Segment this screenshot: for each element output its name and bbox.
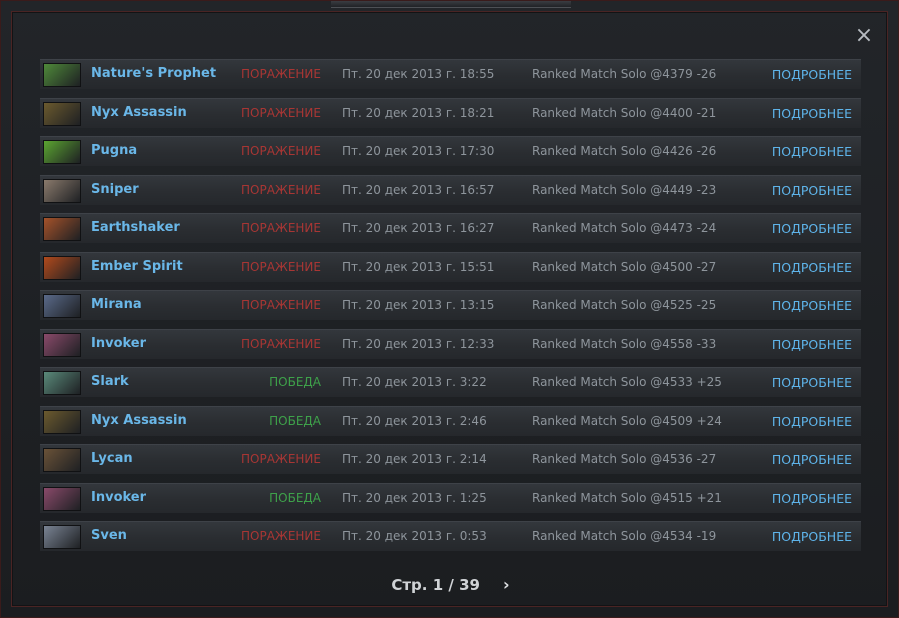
match-result: ПОРАЖЕНИЕ	[240, 259, 321, 274]
match-date: Пт. 20 дек 2013 г. 1:25	[342, 490, 487, 505]
hero-name: Nyx Assassin	[91, 412, 187, 428]
match-date: Пт. 20 дек 2013 г. 16:27	[342, 221, 495, 235]
match-date: Пт. 20 дек 2013 г. 2:14	[342, 452, 487, 466]
match-date: Пт. 20 дек 2013 г. 15:51	[342, 259, 495, 274]
hero-portrait[interactable]	[43, 294, 81, 318]
close-icon[interactable]: ×	[853, 25, 875, 47]
hero-portrait[interactable]	[43, 486, 81, 511]
window-top-tab	[331, 1, 571, 8]
match-result: ПОРАЖЕНИЕ	[240, 144, 321, 158]
details-link[interactable]: ПОДРОБНЕЕ	[772, 67, 852, 82]
hero-portrait[interactable]	[43, 63, 81, 87]
match-result: ПОРАЖЕНИЕ	[240, 529, 321, 543]
hero-name: Invoker	[91, 489, 147, 505]
hero-name: Earthshaker	[91, 220, 180, 235]
match-result: ПОРАЖЕНИЕ	[240, 336, 321, 351]
hero-portrait[interactable]	[43, 255, 81, 280]
hero-name: Slark	[91, 374, 129, 389]
match-row[interactable]: Pugna ПОРАЖЕНИЕ Пт. 20 дек 2013 г. 17:30 Ra…	[40, 136, 861, 166]
hero-name: Invoker	[91, 335, 147, 351]
hero-name: Sniper	[91, 181, 139, 197]
match-row[interactable]: Nyx Assassin ПОБЕДА Пт. 20 дек 2013 г. 2:4…	[40, 405, 861, 436]
match-row[interactable]: Invoker ПОБЕДА Пт. 20 дек 2013 г. 1:25 Rank…	[40, 482, 861, 513]
details-link[interactable]: ПОДРОБНЕЕ	[772, 491, 852, 506]
details-link[interactable]: ПОДРОБНЕЕ	[772, 414, 852, 429]
hero-name: Nyx Assassin	[91, 104, 187, 120]
match-result: ПОРАЖЕНИЕ	[240, 67, 321, 81]
hero-name: Sven	[91, 528, 127, 543]
match-mode: Ranked Match Solo @4536 -27	[532, 452, 717, 466]
match-row[interactable]: Mirana ПОРАЖЕНИЕ Пт. 20 дек 2013 г. 13:15 R…	[40, 290, 861, 320]
match-mode: Ranked Match Solo @4500 -27	[532, 259, 717, 274]
match-row[interactable]: Lycan ПОРАЖЕНИЕ Пт. 20 дек 2013 г. 2:14 Ran…	[40, 444, 861, 474]
match-row[interactable]: Earthshaker ПОРАЖЕНИЕ Пт. 20 дек 2013 г. 1…	[40, 213, 861, 243]
details-link[interactable]: ПОДРОБНЕЕ	[772, 260, 852, 275]
match-mode: Ranked Match Solo @4534 -19	[532, 529, 717, 543]
match-result: ПОБЕДА	[269, 413, 321, 428]
next-page-chevron-icon[interactable]: ›	[503, 575, 510, 594]
match-result: ПОРАЖЕНИЕ	[240, 298, 321, 312]
hero-name: Lycan	[91, 451, 133, 466]
match-result: ПОБЕДА	[269, 375, 321, 389]
details-link[interactable]: ПОДРОБНЕЕ	[772, 221, 852, 236]
match-mode: Ranked Match Solo @4558 -33	[532, 336, 717, 351]
hero-name: Nature's Prophet	[91, 66, 217, 81]
match-mode: Ranked Match Solo @4473 -24	[532, 221, 717, 235]
page-indicator: Стр. 1 / 39	[391, 576, 480, 594]
details-link[interactable]: ПОДРОБНЕЕ	[772, 375, 852, 390]
match-mode: Ranked Match Solo @4515 +21	[532, 490, 722, 505]
details-link[interactable]: ПОДРОБНЕЕ	[772, 106, 852, 121]
match-mode: Ranked Match Solo @4449 -23	[532, 182, 717, 197]
match-result: ПОРАЖЕНИЕ	[240, 221, 321, 235]
hero-name: Mirana	[91, 297, 142, 312]
hero-name: Pugna	[91, 143, 138, 158]
match-history-window: × Nature's Prophet ПОРАЖЕНИЕ Пт. 20 дек 20…	[0, 0, 899, 618]
hero-portrait[interactable]	[43, 101, 81, 126]
hero-name: Ember Spirit	[91, 258, 183, 274]
match-mode: Ranked Match Solo @4509 +24	[532, 413, 722, 428]
hero-portrait[interactable]	[43, 140, 81, 164]
match-result: ПОРАЖЕНИЕ	[240, 182, 321, 197]
hero-portrait[interactable]	[43, 371, 81, 395]
match-mode: Ranked Match Solo @4525 -25	[532, 298, 717, 312]
match-date: Пт. 20 дек 2013 г. 12:33	[342, 336, 495, 351]
match-result: ПОБЕДА	[269, 490, 321, 505]
match-row[interactable]: Sven ПОРАЖЕНИЕ Пт. 20 дек 2013 г. 0:53 Rank…	[40, 521, 861, 551]
hero-portrait[interactable]	[43, 332, 81, 357]
match-list: Nature's Prophet ПОРАЖЕНИЕ Пт. 20 дек 2013…	[40, 59, 861, 560]
match-date: Пт. 20 дек 2013 г. 0:53	[342, 529, 487, 543]
details-link[interactable]: ПОДРОБНЕЕ	[772, 337, 852, 352]
match-mode: Ranked Match Solo @4400 -21	[532, 105, 717, 120]
match-mode: Ranked Match Solo @4379 -26	[532, 67, 717, 81]
match-date: Пт. 20 дек 2013 г. 17:30	[342, 144, 495, 158]
hero-portrait[interactable]	[43, 448, 81, 472]
match-row[interactable]: Slark ПОБЕДА Пт. 20 дек 2013 г. 3:22 Ranked…	[40, 367, 861, 397]
pagination: Стр. 1 / 39 ›	[1, 575, 899, 594]
hero-portrait[interactable]	[43, 525, 81, 549]
match-row[interactable]: Sniper ПОРАЖЕНИЕ Пт. 20 дек 2013 г. 16:57 R…	[40, 174, 861, 205]
details-link[interactable]: ПОДРОБНЕЕ	[772, 144, 852, 159]
match-date: Пт. 20 дек 2013 г. 3:22	[342, 375, 487, 389]
match-date: Пт. 20 дек 2013 г. 18:21	[342, 105, 495, 120]
details-link[interactable]: ПОДРОБНЕЕ	[772, 529, 852, 544]
match-result: ПОРАЖЕНИЕ	[240, 105, 321, 120]
hero-portrait[interactable]	[43, 217, 81, 241]
match-date: Пт. 20 дек 2013 г. 18:55	[342, 67, 495, 81]
match-row[interactable]: Nyx Assassin ПОРАЖЕНИЕ Пт. 20 дек 2013 г. …	[40, 97, 861, 128]
hero-portrait[interactable]	[43, 409, 81, 434]
match-row[interactable]: Nature's Prophet ПОРАЖЕНИЕ Пт. 20 дек 2013…	[40, 59, 861, 89]
match-date: Пт. 20 дек 2013 г. 16:57	[342, 182, 495, 197]
match-mode: Ranked Match Solo @4426 -26	[532, 144, 717, 158]
match-row[interactable]: Ember Spirit ПОРАЖЕНИЕ Пт. 20 дек 2013 г. …	[40, 251, 861, 282]
details-link[interactable]: ПОДРОБНЕЕ	[772, 183, 852, 198]
details-link[interactable]: ПОДРОБНЕЕ	[772, 298, 852, 313]
match-date: Пт. 20 дек 2013 г. 2:46	[342, 413, 487, 428]
match-result: ПОРАЖЕНИЕ	[240, 452, 321, 466]
match-date: Пт. 20 дек 2013 г. 13:15	[342, 298, 495, 312]
details-link[interactable]: ПОДРОБНЕЕ	[772, 452, 852, 467]
match-mode: Ranked Match Solo @4533 +25	[532, 375, 722, 389]
hero-portrait[interactable]	[43, 178, 81, 203]
match-row[interactable]: Invoker ПОРАЖЕНИЕ Пт. 20 дек 2013 г. 12:33…	[40, 328, 861, 359]
